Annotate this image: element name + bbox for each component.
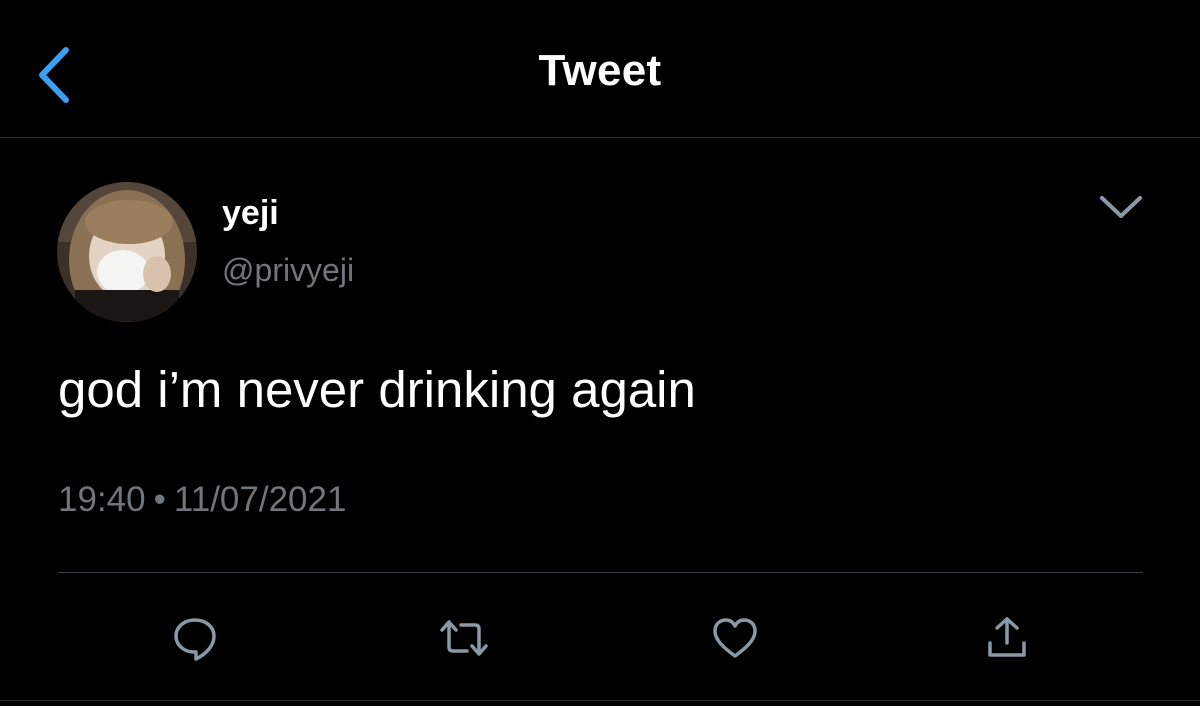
reply-button[interactable]: [170, 613, 220, 663]
page-title: Tweet: [538, 46, 662, 95]
tweet-date: 11/07/2021: [173, 480, 347, 519]
tweet-text: god i’m never drinking again: [58, 361, 696, 418]
heart-icon: [713, 618, 757, 658]
separator-dot: •: [153, 480, 166, 519]
avatar[interactable]: [57, 182, 197, 322]
more-options-button[interactable]: [1096, 186, 1146, 226]
profile-photo: [57, 182, 197, 322]
retweet-button[interactable]: [439, 613, 489, 663]
comment-icon: [174, 618, 216, 661]
tweet-timestamp: 19:40 • 11/07/2021: [58, 480, 346, 520]
author-handle[interactable]: @privyeji: [222, 252, 354, 289]
bottom-border: [0, 700, 1200, 701]
like-button[interactable]: [710, 613, 760, 663]
retweet-icon: [440, 620, 488, 656]
tweet-time: 19:40: [58, 480, 146, 519]
divider: [58, 572, 1143, 573]
share-button[interactable]: [982, 613, 1032, 663]
chevron-down-icon: [1100, 196, 1142, 218]
author-display-name[interactable]: yeji: [222, 194, 279, 233]
share-icon: [988, 617, 1026, 657]
top-bar: Tweet: [0, 0, 1200, 138]
